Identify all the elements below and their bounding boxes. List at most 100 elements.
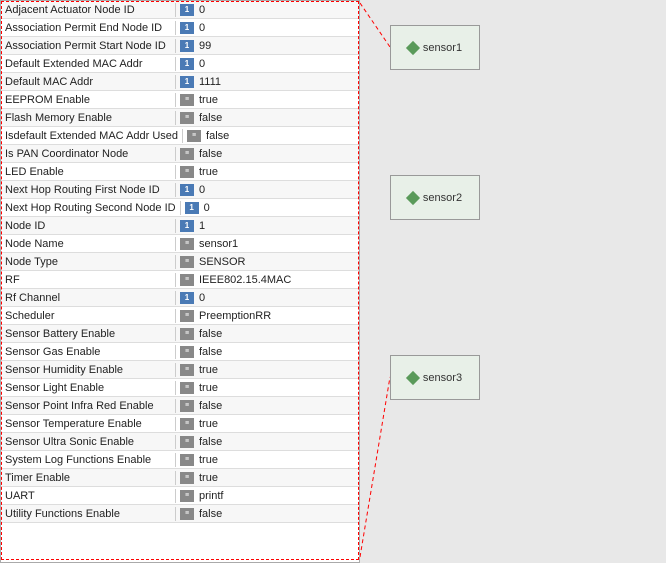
- num-type-icon: 1: [180, 22, 194, 34]
- property-name: Is PAN Coordinator Node: [1, 147, 176, 161]
- value-text: false: [199, 346, 222, 358]
- sensor-node-sensor1[interactable]: sensor1: [390, 25, 480, 70]
- property-name: Node Name: [1, 237, 176, 251]
- property-value: 11111: [176, 75, 359, 89]
- table-row: System Log Functions Enable≡true: [1, 451, 359, 469]
- property-value: ≡ false: [176, 507, 359, 521]
- diamond-icon: [406, 190, 420, 204]
- value-text: 0: [199, 58, 205, 70]
- diagram-area: sensor1 sensor2 sensor3: [360, 0, 666, 563]
- property-value: 11: [176, 219, 359, 233]
- str-type-icon: ≡: [180, 310, 194, 322]
- property-name: Timer Enable: [1, 471, 176, 485]
- table-row: Node ID11: [1, 217, 359, 235]
- table-row: Rf Channel10: [1, 289, 359, 307]
- table-row: Sensor Gas Enable ≡ false: [1, 343, 359, 361]
- value-text: false: [199, 148, 222, 160]
- value-text: 0: [204, 202, 210, 214]
- table-row: Default MAC Addr11111: [1, 73, 359, 91]
- properties-panel[interactable]: Adjacent Actuator Node ID10 Association P…: [0, 0, 360, 563]
- str-type-icon: ≡: [180, 508, 194, 520]
- sensor-label: sensor3: [423, 372, 462, 384]
- property-name: Sensor Battery Enable: [1, 327, 176, 341]
- value-text: true: [199, 454, 218, 466]
- property-value: 10: [176, 291, 359, 305]
- property-value: ≡sensor1: [176, 237, 359, 251]
- property-value: ≡false: [176, 111, 359, 125]
- property-value: ≡false: [176, 147, 359, 161]
- value-text: printf: [199, 490, 223, 502]
- property-value: ≡PreemptionRR: [176, 309, 359, 323]
- value-text: 0: [199, 184, 205, 196]
- property-name: Association Permit Start Node ID: [1, 39, 176, 53]
- num-type-icon: 1: [180, 292, 194, 304]
- value-text: false: [199, 436, 222, 448]
- str-type-icon: ≡: [180, 346, 194, 358]
- value-text: false: [199, 508, 222, 520]
- table-row: Sensor Battery Enable≡false: [1, 325, 359, 343]
- value-text: 0: [199, 292, 205, 304]
- property-value: ≡IEEE802.15.4MAC: [176, 273, 359, 287]
- property-name: Sensor Ultra Sonic Enable: [1, 435, 176, 449]
- table-row: Utility Functions Enable ≡ false: [1, 505, 359, 523]
- property-value: ≡true: [176, 417, 359, 431]
- value-text: SENSOR: [199, 256, 245, 268]
- value-text: true: [199, 364, 218, 376]
- property-name: Sensor Temperature Enable: [1, 417, 176, 431]
- property-value: 199: [176, 39, 359, 53]
- sensor-node-sensor2[interactable]: sensor2: [390, 175, 480, 220]
- property-name: Next Hop Routing Second Node ID: [1, 201, 181, 215]
- table-row: Next Hop Routing Second Node ID10: [1, 199, 359, 217]
- table-row: LED Enable≡true: [1, 163, 359, 181]
- property-value: ≡true: [176, 453, 359, 467]
- str-type-icon: ≡: [180, 238, 194, 250]
- value-text: true: [199, 472, 218, 484]
- diamond-icon: [406, 370, 420, 384]
- property-name: Flash Memory Enable: [1, 111, 176, 125]
- value-text: false: [199, 328, 222, 340]
- property-value: ≡printf: [176, 489, 359, 503]
- property-value: ≡true: [176, 381, 359, 395]
- property-name: Sensor Gas Enable: [1, 345, 176, 359]
- connector-svg: [360, 0, 666, 563]
- property-name: Rf Channel: [1, 291, 176, 305]
- property-name: Node Type: [1, 255, 176, 269]
- value-text: true: [199, 166, 218, 178]
- table-row: Adjacent Actuator Node ID10: [1, 1, 359, 19]
- table-row: Scheduler≡PreemptionRR: [1, 307, 359, 325]
- table-row: Next Hop Routing First Node ID10: [1, 181, 359, 199]
- sensor-node-sensor3[interactable]: sensor3: [390, 355, 480, 400]
- property-value: ≡true: [176, 93, 359, 107]
- property-value: ≡false: [176, 327, 359, 341]
- property-value: ≡ false: [176, 345, 359, 359]
- property-name: Utility Functions Enable: [1, 507, 176, 521]
- property-name: Isdefault Extended MAC Addr Used: [1, 129, 183, 143]
- property-value: ≡ true: [176, 471, 359, 485]
- table-row: Is PAN Coordinator Node≡false: [1, 145, 359, 163]
- property-value: 10: [181, 201, 359, 215]
- table-row: Sensor Temperature Enable≡true: [1, 415, 359, 433]
- str-type-icon: ≡: [180, 94, 194, 106]
- property-value: ≡false: [183, 129, 359, 143]
- property-name: Sensor Humidity Enable: [1, 363, 176, 377]
- str-type-icon: ≡: [187, 130, 201, 142]
- property-name: Association Permit End Node ID: [1, 21, 176, 35]
- table-row: Node Type≡SENSOR: [1, 253, 359, 271]
- property-name: Scheduler: [1, 309, 176, 323]
- property-value: ≡true: [176, 363, 359, 377]
- value-text: true: [199, 418, 218, 430]
- num-type-icon: 1: [180, 4, 194, 16]
- value-text: false: [199, 400, 222, 412]
- sensor-label: sensor1: [423, 42, 462, 54]
- property-name: RF: [1, 273, 176, 287]
- str-type-icon: ≡: [180, 274, 194, 286]
- value-text: true: [199, 382, 218, 394]
- table-row: EEPROM Enable≡true: [1, 91, 359, 109]
- value-text: 1: [199, 220, 205, 232]
- value-text: 99: [199, 40, 211, 52]
- diamond-icon: [406, 40, 420, 54]
- table-row: UART≡printf: [1, 487, 359, 505]
- str-type-icon: ≡: [180, 112, 194, 124]
- value-text: 0: [199, 4, 205, 16]
- str-type-icon: ≡: [180, 472, 194, 484]
